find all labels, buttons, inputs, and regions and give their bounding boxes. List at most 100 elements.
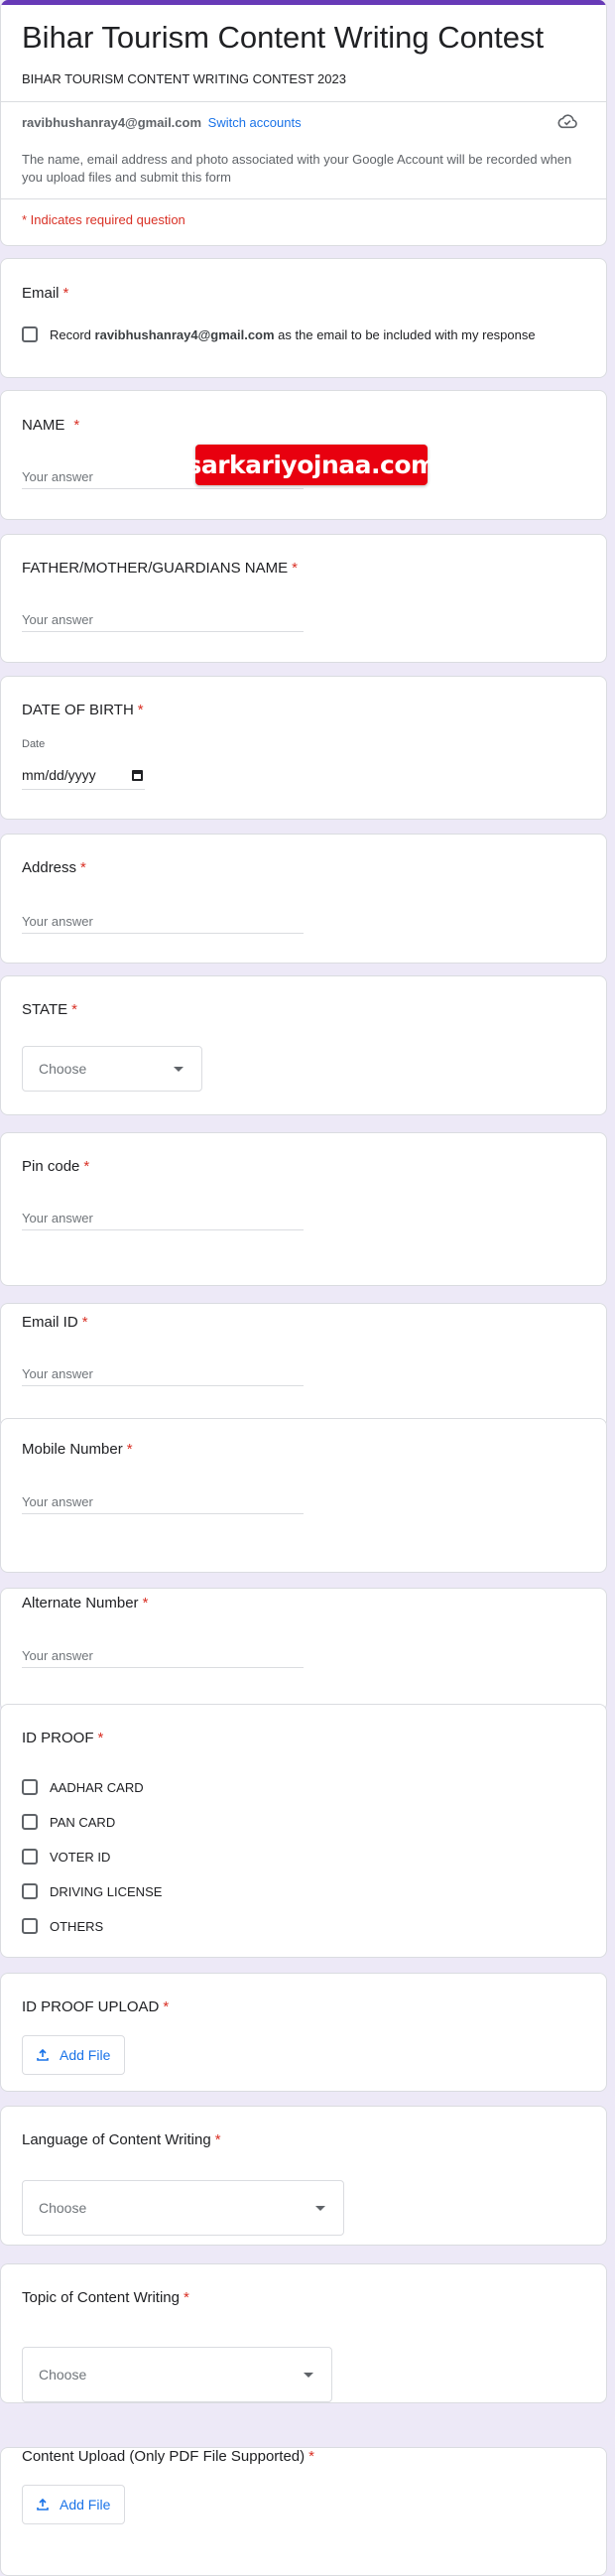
divider [1, 101, 606, 102]
add-file-label: Add File [60, 2497, 111, 2512]
question-id-proof-upload: ID PROOF UPLOAD * Add File [0, 1973, 607, 2092]
question-title: Topic of Content Writing * [22, 2289, 189, 2306]
question-title: DATE OF BIRTH * [22, 702, 144, 718]
record-email-address: ravibhushanray4@gmail.com [94, 326, 275, 342]
question-title: Language of Content Writing * [22, 2131, 221, 2148]
question-title: Email * [22, 285, 68, 302]
option-label: VOTER ID [50, 1849, 111, 1865]
guardian-name-input[interactable] [22, 607, 304, 632]
question-content-upload: Content Upload (Only PDF File Supported)… [0, 2447, 607, 2576]
question-title: NAME * [22, 417, 79, 434]
required-star: * [163, 1998, 170, 2015]
question-title: Email ID * [22, 1314, 88, 1331]
question-pin-code: Pin code * [0, 1132, 607, 1286]
form-title: Bihar Tourism Content Writing Contest [22, 20, 545, 55]
dropdown-arrow-icon [174, 1066, 184, 1072]
required-note: * Indicates required question [22, 212, 185, 227]
dropdown-value: Choose [39, 2200, 87, 2216]
form-description: BIHAR TOURISM CONTENT WRITING CONTEST 20… [22, 71, 346, 86]
id-proof-add-file-button[interactable]: Add File [22, 2035, 125, 2075]
required-star: * [62, 285, 69, 302]
question-guardian-name: FATHER/MOTHER/GUARDIANS NAME * [0, 534, 607, 663]
topic-dropdown[interactable]: Choose [22, 2347, 332, 2402]
dropdown-arrow-icon [315, 2205, 325, 2211]
question-title-text: ID PROOF UPLOAD [22, 1998, 160, 2015]
dropdown-value: Choose [39, 1061, 87, 1077]
required-star: * [308, 2448, 314, 2465]
address-input[interactable] [22, 909, 304, 934]
question-title-text: Language of Content Writing [22, 2131, 211, 2148]
question-title-text: Mobile Number [22, 1441, 123, 1458]
required-star: * [137, 702, 144, 718]
option-label: DRIVING LICENSE [50, 1883, 163, 1899]
watermark-banner: sarkariyojnaa.com [186, 445, 436, 485]
calendar-icon[interactable] [132, 769, 143, 781]
pin-code-input[interactable] [22, 1206, 304, 1230]
question-title-text: FATHER/MOTHER/GUARDIANS NAME [22, 560, 289, 577]
content-add-file-button[interactable]: Add File [22, 2485, 125, 2524]
required-star: * [214, 2131, 221, 2148]
question-title: Content Upload (Only PDF File Supported)… [22, 2448, 314, 2465]
question-email: Email * Record ravibhushanray4@gmail.com … [0, 258, 607, 378]
account-row: ravibhushanray4@gmail.com Switch account… [22, 115, 302, 130]
question-email-id: Email ID * [0, 1303, 607, 1429]
email-id-input[interactable] [22, 1361, 304, 1386]
record-prefix: Record [50, 326, 95, 342]
checkbox[interactable] [22, 1814, 38, 1830]
question-title-text: DATE OF BIRTH [22, 702, 134, 718]
option-label: OTHERS [50, 1918, 104, 1934]
question-title: ID PROOF * [22, 1730, 103, 1746]
question-topic: Topic of Content Writing * Choose [0, 2263, 607, 2403]
accent-bar [1, 0, 606, 5]
question-title-text: NAME [22, 417, 65, 434]
question-title-text: Topic of Content Writing [22, 2289, 180, 2306]
question-address: Address * [0, 834, 607, 964]
switch-accounts-link[interactable]: Switch accounts [208, 115, 302, 130]
required-star: * [126, 1441, 133, 1458]
mobile-number-input[interactable] [22, 1489, 304, 1514]
checkbox[interactable] [22, 1849, 38, 1865]
question-date-of-birth: DATE OF BIRTH * Date mm/dd/yyyy [0, 676, 607, 820]
upload-icon [37, 2498, 49, 2511]
question-title: FATHER/MOTHER/GUARDIANS NAME * [22, 560, 298, 577]
upload-icon [37, 2048, 49, 2061]
question-title-text: ID PROOF [22, 1730, 94, 1746]
option-label: AADHAR CARD [50, 1779, 144, 1795]
id-proof-option[interactable]: AADHAR CARD [22, 1779, 144, 1795]
required-star: * [73, 417, 80, 434]
id-proof-option[interactable]: DRIVING LICENSE [22, 1883, 162, 1899]
option-label: PAN CARD [50, 1814, 116, 1830]
id-proof-option[interactable]: VOTER ID [22, 1849, 110, 1865]
required-star: * [292, 560, 298, 577]
state-dropdown[interactable]: Choose [22, 1046, 202, 1092]
language-dropdown[interactable]: Choose [22, 2180, 344, 2236]
question-title-text: Content Upload (Only PDF File Supported) [22, 2448, 306, 2465]
account-email: ravibhushanray4@gmail.com [22, 115, 202, 130]
question-title-text: Email [22, 285, 60, 302]
question-language: Language of Content Writing * Choose [0, 2106, 607, 2246]
question-title: STATE * [22, 1001, 77, 1018]
add-file-label: Add File [60, 2047, 111, 2063]
id-proof-option[interactable]: PAN CARD [22, 1814, 115, 1830]
dropdown-arrow-icon [304, 2372, 313, 2378]
required-star: * [142, 1595, 149, 1611]
question-mobile-number: Mobile Number * [0, 1418, 607, 1573]
question-title: Mobile Number * [22, 1441, 133, 1458]
alternate-number-input[interactable] [22, 1643, 304, 1668]
divider [1, 198, 606, 199]
checkbox[interactable] [22, 1883, 38, 1899]
question-title: Alternate Number * [22, 1595, 148, 1611]
question-title: Pin code * [22, 1158, 89, 1175]
record-email-checkbox-row[interactable]: Record ravibhushanray4@gmail.com as the … [22, 326, 536, 342]
checkbox[interactable] [22, 1779, 38, 1795]
date-placeholder: mm/dd/yyyy [22, 767, 96, 783]
record-email-checkbox[interactable] [22, 326, 38, 342]
checkbox[interactable] [22, 1918, 38, 1934]
question-title-text: STATE [22, 1001, 68, 1018]
question-title: ID PROOF UPLOAD * [22, 1998, 169, 2015]
required-star: * [81, 1314, 88, 1331]
question-alternate-number: Alternate Number * [0, 1588, 607, 1712]
id-proof-option[interactable]: OTHERS [22, 1918, 103, 1934]
question-title: Address * [22, 859, 86, 876]
date-of-birth-input[interactable]: mm/dd/yyyy [22, 761, 145, 790]
